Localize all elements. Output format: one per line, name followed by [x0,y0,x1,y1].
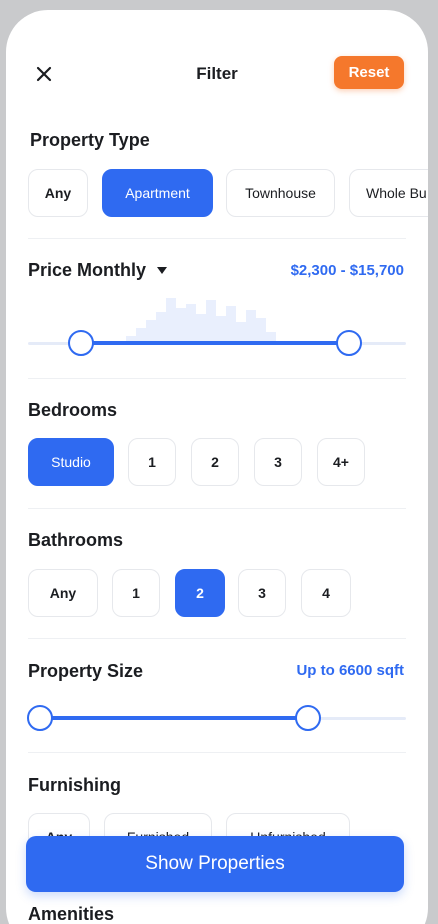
divider [28,752,406,753]
bathrooms-2[interactable]: 2 [175,569,225,617]
divider [28,238,406,239]
property-type-any[interactable]: Any [28,169,88,217]
bedrooms-2[interactable]: 2 [191,438,239,486]
bedrooms-3[interactable]: 3 [254,438,302,486]
price-range-value: $2,300 - $15,700 [290,262,404,279]
size-slider-max-handle[interactable] [294,705,321,731]
price-histogram [126,298,276,344]
property-size-heading: Property Size [28,661,144,681]
bathrooms-1[interactable]: 1 [112,569,160,617]
furnishing-heading: Furnishing [28,775,121,795]
price-heading[interactable]: Price Monthly [28,260,168,281]
property-size-value: Up to 6600 sqft [296,662,404,679]
show-properties-button[interactable]: Show Properties [26,836,404,892]
bathrooms-3[interactable]: 3 [238,569,286,617]
caret-down-icon [157,267,168,275]
bedrooms-4-plus[interactable]: 4+ [317,438,365,486]
bathrooms-4[interactable]: 4 [301,569,351,617]
property-type-whole-building[interactable]: Whole Bu [349,169,428,217]
divider [28,508,406,509]
size-slider-min-handle[interactable] [27,705,53,731]
bedrooms-heading: Bedrooms [28,400,118,420]
price-heading-label: Price Monthly [28,260,147,280]
divider [28,378,406,379]
divider [28,638,406,639]
price-slider-max-handle[interactable] [336,330,363,356]
filter-screen: Filter Reset Property Type Any Apartment… [6,10,428,924]
bedrooms-studio[interactable]: Studio [28,438,114,486]
property-type-townhouse[interactable]: Townhouse [226,169,335,217]
bedrooms-1[interactable]: 1 [128,438,176,486]
property-type-heading: Property Type [30,130,150,150]
amenities-heading: Amenities [28,904,115,924]
price-slider-range [80,341,350,345]
size-slider-range [28,716,308,720]
reset-button[interactable]: Reset [334,56,404,89]
property-type-apartment[interactable]: Apartment [102,169,213,217]
bathrooms-heading: Bathrooms [28,530,124,550]
price-slider-min-handle[interactable] [67,330,94,356]
bathrooms-any[interactable]: Any [28,569,98,617]
